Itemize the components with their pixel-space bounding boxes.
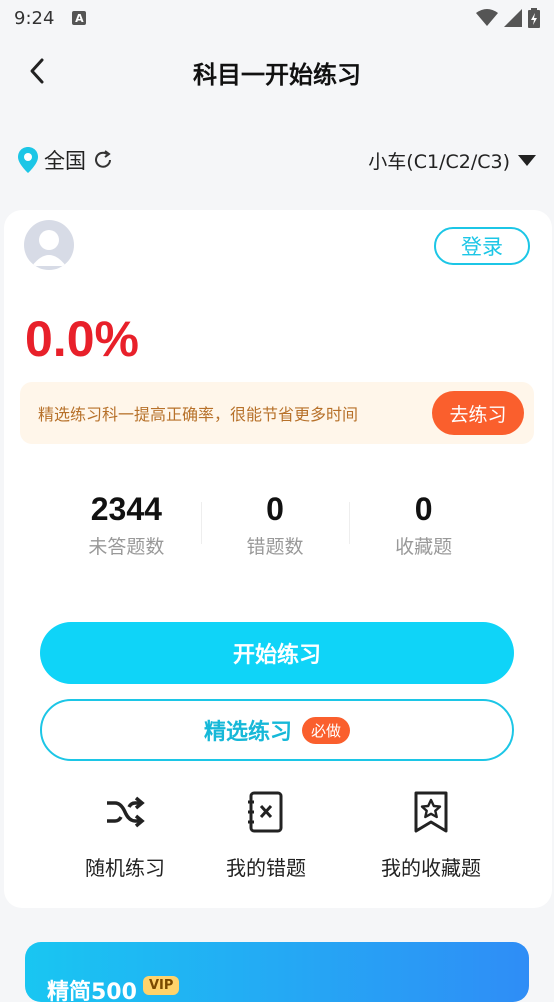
status-left: 9:24 A	[14, 7, 87, 29]
start-practice-button[interactable]: 开始练习	[40, 622, 514, 684]
stats-row: 2344 未答题数 0 错题数 0 收藏题	[52, 490, 498, 560]
bookmark-star-icon	[409, 790, 453, 834]
status-bar: 9:24 A	[0, 0, 554, 36]
wrong-questions-action[interactable]: 我的错题	[196, 790, 336, 881]
selected-practice-label: 精选练习	[203, 720, 292, 745]
vehicle-type-label: 小车(C1/C2/C3)	[368, 150, 510, 173]
promo-banner[interactable]: 精简500 VIP	[25, 942, 529, 1002]
action-label: 我的收藏题	[381, 856, 481, 880]
selected-practice-button[interactable]: 精选练习 必做	[40, 699, 514, 761]
page-title: 科目一开始练习	[193, 60, 361, 89]
wifi-icon	[476, 9, 498, 26]
back-button[interactable]	[22, 56, 52, 86]
stat-value: 0	[266, 491, 284, 527]
status-time: 9:24	[14, 7, 55, 29]
vehicle-type-selector[interactable]: 小车(C1/C2/C3)	[368, 147, 536, 174]
refresh-icon[interactable]	[92, 149, 114, 171]
accuracy-rate: 0.0%	[25, 311, 139, 367]
notification-a-icon: A	[72, 11, 87, 25]
action-label: 我的错题	[226, 856, 306, 880]
region-row: 全国 小车(C1/C2/C3)	[0, 140, 554, 180]
battery-icon	[528, 8, 540, 28]
signal-icon	[504, 9, 522, 27]
location-selector[interactable]: 全国	[18, 145, 114, 175]
practice-card: 登录 0.0% 精选练习科一提高正确率，很能节省更多时间 去练习 2344 未答…	[4, 210, 552, 908]
favorites-action[interactable]: 我的收藏题	[361, 790, 501, 881]
stat-favorites[interactable]: 0 收藏题	[349, 490, 498, 560]
stat-label: 收藏题	[395, 536, 453, 558]
random-practice-action[interactable]: 随机练习	[55, 790, 195, 881]
stat-wrong[interactable]: 0 错题数	[200, 490, 350, 560]
avatar[interactable]	[24, 220, 74, 270]
location-pin-icon	[18, 147, 38, 173]
caret-down-icon	[518, 155, 536, 166]
chevron-left-icon	[30, 58, 44, 84]
shuffle-icon	[103, 790, 147, 834]
avatar-placeholder-icon	[32, 230, 66, 266]
quick-actions: 随机练习 我的错题 我的收藏题	[4, 790, 552, 890]
status-right	[476, 8, 540, 28]
action-label: 随机练习	[85, 856, 165, 880]
wrong-book-icon	[244, 790, 288, 834]
tip-bar: 精选练习科一提高正确率，很能节省更多时间 去练习	[20, 382, 534, 444]
login-button[interactable]: 登录	[434, 227, 530, 265]
nav-bar: 科目一开始练习	[0, 36, 554, 108]
stat-label: 错题数	[246, 536, 304, 558]
stat-label: 未答题数	[88, 536, 165, 558]
go-practice-button[interactable]: 去练习	[432, 391, 524, 435]
stat-value: 0	[414, 491, 433, 527]
vip-badge: VIP	[143, 976, 180, 995]
stat-unanswered[interactable]: 2344 未答题数	[52, 490, 201, 560]
banner-text: 精简500	[47, 980, 137, 1002]
tip-text: 精选练习科一提高正确率，很能节省更多时间	[38, 405, 359, 424]
location-label: 全国	[44, 149, 86, 173]
stat-value: 2344	[90, 491, 162, 527]
required-badge: 必做	[302, 716, 351, 744]
